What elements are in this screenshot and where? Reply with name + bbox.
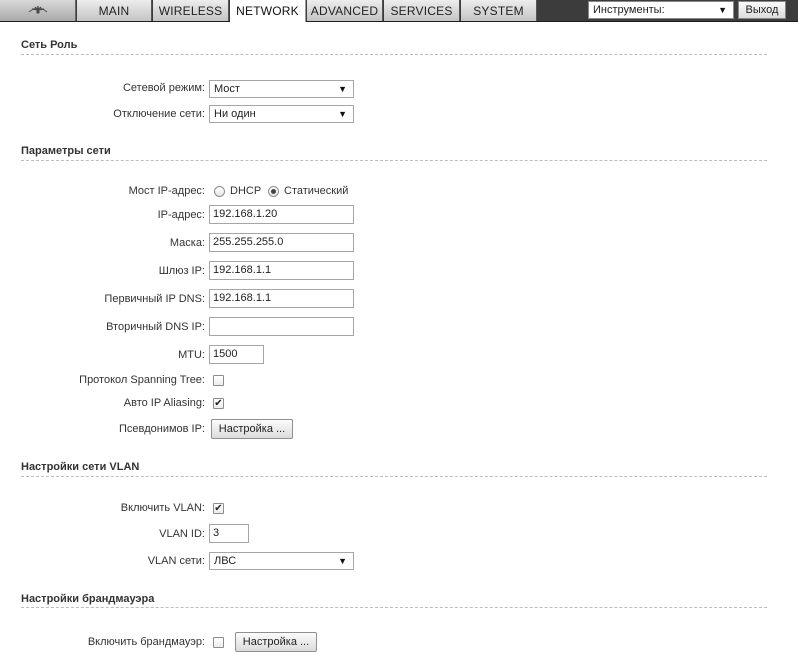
vlan-network-value: ЛВС [214, 555, 237, 567]
vlan-id-input[interactable]: 3 [209, 524, 249, 543]
section-divider [21, 607, 767, 608]
ubiquiti-logo-icon[interactable] [0, 0, 76, 21]
static-radio[interactable] [268, 186, 279, 197]
mtu-input[interactable]: 1500 [209, 345, 264, 364]
checkmark-icon: ✔ [214, 503, 223, 514]
section-divider [21, 54, 767, 55]
static-radio-label: Статический [284, 185, 349, 197]
secondary-dns-input[interactable] [209, 317, 354, 336]
disable-network-label: Отключение сети: [113, 108, 205, 120]
gateway-input[interactable]: 192.168.1.1 [209, 261, 354, 280]
section-divider [21, 476, 767, 477]
bridge-ip-label: Мост IP-адрес: [128, 185, 205, 197]
stp-label: Протокол Spanning Tree: [79, 374, 205, 386]
secondary-dns-label: Вторичный DNS IP: [106, 321, 205, 333]
logout-button[interactable]: Выход [738, 1, 786, 19]
enable-vlan-label: Включить VLAN: [120, 502, 205, 514]
dhcp-radio[interactable] [214, 186, 225, 197]
chevron-down-icon: ▼ [338, 109, 347, 119]
tab-network[interactable]: NETWORK [230, 0, 306, 22]
checkmark-icon: ✔ [214, 398, 223, 409]
auto-ip-aliasing-checkbox[interactable]: ✔ [213, 398, 224, 409]
chevron-down-icon: ▼ [718, 5, 727, 15]
auto-ip-aliasing-label: Авто IP Aliasing: [123, 397, 205, 409]
dhcp-radio-label: DHCP [230, 185, 262, 197]
ip-address-label: IP-адрес: [157, 209, 205, 221]
tab-advanced[interactable]: ADVANCED [307, 0, 383, 21]
mtu-label: MTU: [178, 349, 205, 361]
primary-dns-label: Первичный IP DNS: [104, 293, 205, 305]
stp-checkbox[interactable] [213, 375, 224, 386]
vlan-id-label: VLAN ID: [159, 528, 205, 540]
section-divider [21, 160, 767, 161]
disable-network-value: Ни один [214, 108, 256, 120]
section-title-firewall: Настройки брандмауэра [21, 593, 155, 605]
network-mode-value: Мост [214, 83, 240, 95]
ip-address-input[interactable]: 192.168.1.20 [209, 205, 354, 224]
top-nav-bar: MAIN WIRELESS NETWORK ADVANCED SERVICES … [0, 0, 798, 22]
section-title-vlan: Настройки сети VLAN [21, 461, 140, 473]
chevron-down-icon: ▼ [338, 84, 347, 94]
ip-aliases-configure-button[interactable]: Настройка ... [211, 419, 293, 439]
netmask-input[interactable]: 255.255.255.0 [209, 233, 354, 252]
tab-main[interactable]: MAIN [77, 0, 152, 21]
gateway-label: Шлюз IP: [158, 265, 205, 277]
disable-network-select[interactable]: Ни один ▼ [209, 105, 354, 123]
enable-vlan-checkbox[interactable]: ✔ [213, 503, 224, 514]
vlan-network-label: VLAN сети: [147, 555, 205, 567]
netmask-label: Маска: [169, 237, 205, 249]
primary-dns-input[interactable]: 192.168.1.1 [209, 289, 354, 308]
chevron-down-icon: ▼ [338, 556, 347, 566]
tools-select[interactable]: Инструменты: ▼ [588, 1, 734, 19]
enable-firewall-label: Включить брандмауэр: [87, 636, 205, 648]
tab-services[interactable]: SERVICES [384, 0, 460, 21]
section-title-network-settings: Параметры сети [21, 145, 111, 157]
tab-wireless[interactable]: WIRELESS [153, 0, 229, 21]
ip-aliases-label: Псевдонимов IP: [118, 423, 205, 435]
network-mode-label: Сетевой режим: [122, 82, 205, 94]
vlan-network-select[interactable]: ЛВС ▼ [209, 552, 354, 570]
tab-system[interactable]: SYSTEM [461, 0, 537, 21]
enable-firewall-checkbox[interactable] [213, 637, 224, 648]
firewall-configure-button[interactable]: Настройка ... [235, 632, 317, 652]
network-mode-select[interactable]: Мост ▼ [209, 80, 354, 98]
tools-select-value: Инструменты: [593, 4, 665, 16]
section-title-network-role: Сеть Роль [21, 39, 78, 51]
